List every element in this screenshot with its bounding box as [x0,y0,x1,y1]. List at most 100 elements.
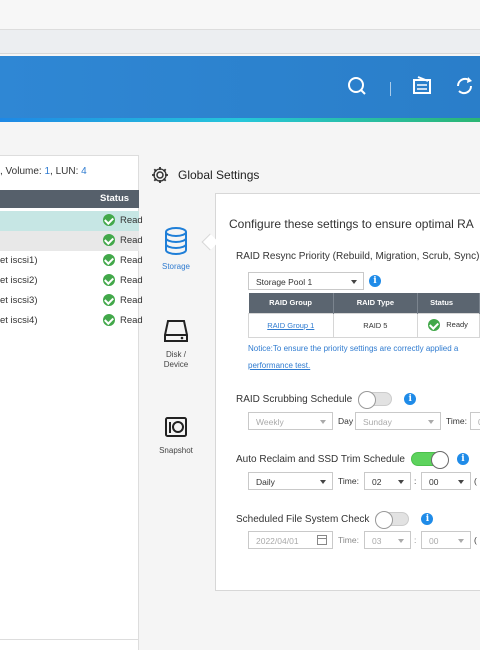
raid-type-cell: RAID 5 [332,312,419,338]
status-text: Read [120,214,143,226]
status-text: Read [120,234,143,246]
table-header: Status [0,190,139,208]
col-status: Status [417,293,480,313]
volume-info: , Volume: 1, LUN: 4 [0,166,87,177]
status-text: Read [120,294,143,306]
browser-toolbar [0,0,480,30]
scrub-day-value: Sunday [363,417,392,427]
scrub-frequency-select[interactable]: Weekly [248,412,333,430]
info-icon[interactable]: i [421,513,434,525]
sync-icon[interactable] [450,72,478,100]
header-accent-bar [0,118,480,122]
chevron-down-icon [351,280,357,284]
info-icon[interactable]: i [456,453,469,465]
lun-name: et iscsi2) [0,275,38,286]
reclaim-frequency-select[interactable]: Daily [248,472,333,490]
sidebar-label-disk: Disk / Device [145,350,207,370]
chevron-down-icon [398,480,404,484]
check-circle-icon [103,234,115,246]
table-row[interactable]: et iscsi1) Read [0,251,143,271]
check-circle-icon [428,319,441,331]
row-status: Read [103,214,143,226]
fscheck-title-text: Scheduled File System Check [236,513,370,525]
raid-group-table: RAID Group RAID Type Status RAID Group 1… [248,293,480,338]
reclaim-hour-select[interactable]: 02 [364,472,411,490]
info-icon[interactable]: i [369,275,381,287]
reclaim-title: Auto Reclaim and SSD Trim Schedule i [236,451,469,469]
sidebar-label-storage: Storage [161,262,191,271]
reclaim-minute-select[interactable]: 00 [421,472,471,490]
fscheck-minute-value: 00 [429,536,439,546]
divider [0,639,139,640]
chevron-down-icon [320,480,326,484]
status-column-header[interactable]: Status [100,193,129,204]
row-status: Read [103,274,143,286]
scrub-time-select[interactable]: 0 [470,412,480,430]
global-settings-title: Global Settings [150,163,259,187]
table-row[interactable]: Read [0,231,143,251]
notes-icon[interactable] [408,72,436,100]
volume-label: , Volume: [0,166,45,177]
browser-tab-strip [0,30,480,54]
status-text: Read [120,274,143,286]
scrubbing-title-text: RAID Scrubbing Schedule [236,393,353,405]
check-circle-icon [103,214,115,226]
raid-status-cell: Ready [417,312,480,338]
raid-group-link[interactable]: RAID Group 1 [267,321,314,330]
fscheck-date-value: 2022/04/01 [256,536,299,546]
sidebar-label-snapshot: Snapshot [159,446,193,455]
table-row[interactable]: et iscsi3) Read [0,291,143,311]
disk-icon [164,320,188,342]
col-raid-type: RAID Type [333,293,419,313]
snapshot-icon [165,417,187,437]
table-row[interactable]: et iscsi2) Read [0,271,143,291]
info-icon[interactable]: i [404,393,417,405]
chevron-down-icon [458,539,464,543]
col-raid-group: RAID Group [248,293,334,313]
scrubbing-toggle[interactable] [358,391,393,409]
paren-text: ( [474,535,477,545]
sidebar-item-storage[interactable]: Storage [145,226,207,272]
scrub-frequency-value: Weekly [256,417,284,427]
chevron-down-icon [428,420,434,424]
raid-group-cell: RAID Group 1 [248,312,334,338]
storage-pool-value: Storage Pool 1 [256,277,313,287]
fscheck-date-field[interactable]: 2022/04/01 [248,531,333,549]
sidebar-item-disk-device[interactable]: Disk / Device [145,318,207,370]
lun-name: et iscsi1) [0,255,38,266]
gear-icon [152,167,168,183]
table-row[interactable]: Read [0,211,143,231]
performance-test-link[interactable]: performance test. [248,361,310,370]
reclaim-frequency-value: Daily [256,477,275,487]
chevron-down-icon [320,420,326,424]
notice-text: Notice:To ensure the priority settings a… [248,344,459,353]
reclaim-toggle[interactable] [410,451,449,469]
chevron-down-icon [458,480,464,484]
time-colon: : [414,535,417,545]
table-row[interactable]: et iscsi4) Read [0,311,143,331]
header-separator [390,82,391,96]
row-status: Read [103,254,143,266]
resync-title: RAID Resync Priority (Rebuild, Migration… [236,251,479,262]
check-circle-icon [103,274,115,286]
storage-pool-select[interactable]: Storage Pool 1 [248,272,364,290]
lun-number[interactable]: 4 [81,166,87,177]
row-status: Read [103,234,143,246]
scrub-day-select[interactable]: Sunday [355,412,441,430]
paren-text: ( [474,476,477,486]
scrubbing-title: RAID Scrubbing Schedule i [236,391,417,409]
chevron-down-icon [398,539,404,543]
calendar-icon[interactable] [317,535,327,545]
fscheck-toggle[interactable] [375,511,410,529]
fscheck-hour-select[interactable]: 03 [364,531,411,549]
lun-label: , LUN: [50,166,82,177]
fscheck-title: Scheduled File System Check i [236,511,434,529]
check-circle-icon [103,254,115,266]
row-status: Read [103,294,143,306]
status-text: Read [120,314,143,326]
resync-title-text: RAID Resync Priority (Rebuild, Migration… [236,251,480,262]
search-icon[interactable] [343,72,371,100]
check-circle-icon [103,294,115,306]
sidebar-item-snapshot[interactable]: Snapshot [145,414,207,456]
fscheck-minute-select[interactable]: 00 [421,531,471,549]
